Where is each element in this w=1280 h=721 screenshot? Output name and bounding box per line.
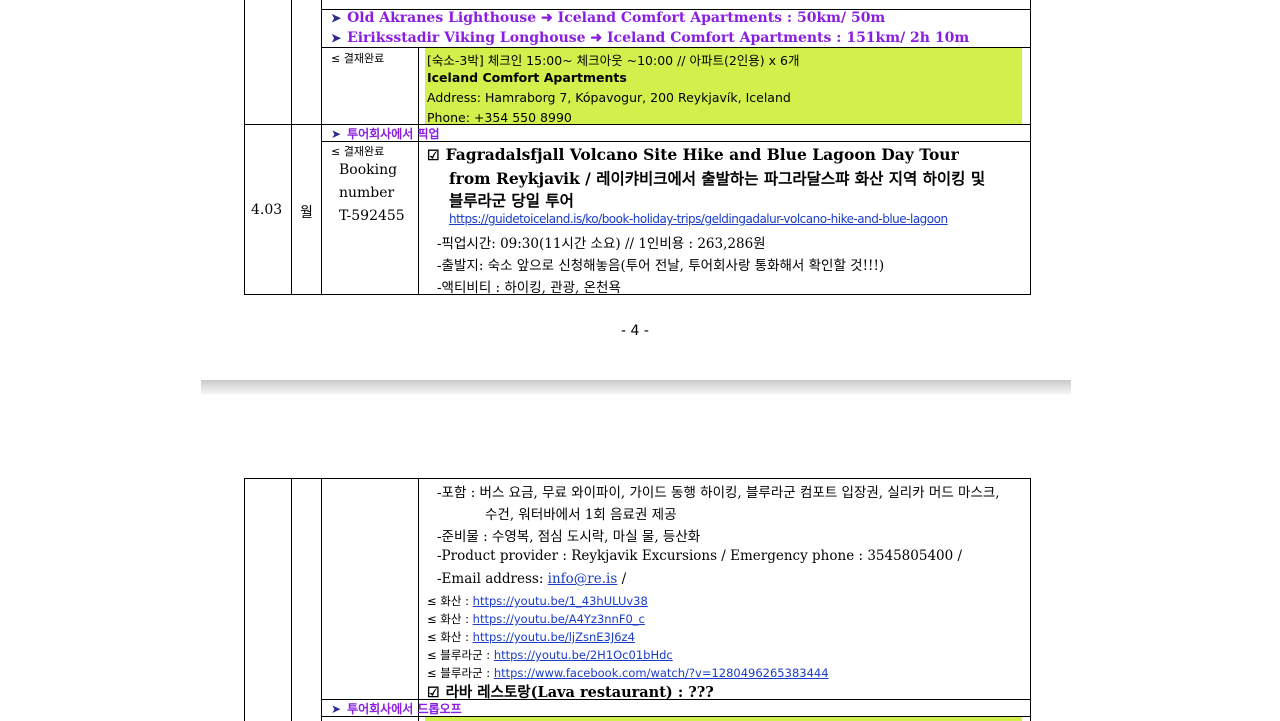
video-link-row: ≤ 블루라군 : https://www.facebook.com/watch/… bbox=[427, 666, 829, 680]
video-link[interactable]: https://youtu.be/A4Yz3nnF0_c bbox=[473, 612, 645, 626]
email-line: -Email address: info@re.is / bbox=[437, 571, 627, 587]
provider: -Product provider : Reykjavik Excursions… bbox=[437, 548, 963, 564]
route-line: ➤ Old Akranes Lighthouse ➜ Iceland Comfor… bbox=[331, 10, 886, 26]
tour-title: from Reykjavik / 레이캬비크에서 출발하는 파그라달스퍄 화산 … bbox=[449, 169, 986, 188]
payment-status: ≤ 결재완료 bbox=[331, 52, 385, 65]
arrow-icon: ➤ bbox=[331, 127, 342, 141]
video-link[interactable]: https://youtu.be/ljZsnE3J6z4 bbox=[473, 630, 635, 644]
lodging-name: Iceland Comfort Apartments bbox=[427, 70, 627, 85]
tour-link[interactable]: https://guidetoiceland.is/ko/book-holida… bbox=[449, 212, 948, 226]
itinerary-table-top: ➤ Old Akranes Lighthouse ➜ Iceland Comfor… bbox=[244, 0, 1031, 296]
checkbox-icon: ☑ bbox=[427, 685, 440, 701]
tour-title: ☑ Fagradalsfjall Volcano Site Hike and Bl… bbox=[427, 145, 959, 164]
page-divider bbox=[201, 380, 1071, 394]
video-link-row: ≤ 화산 : https://youtu.be/1_43hULUv38 bbox=[427, 594, 648, 608]
lodging-highlight bbox=[425, 717, 1022, 721]
arrow-icon: ➤ bbox=[331, 702, 342, 716]
booking-label: Booking bbox=[339, 162, 398, 178]
lodging-address: Address: Hamraborg 7, Kópavogur, 200 Rey… bbox=[427, 90, 791, 105]
video-link-row: ≤ 화산 : https://youtu.be/A4Yz3nnF0_c bbox=[427, 612, 645, 626]
booking-number: T-592455 bbox=[339, 208, 405, 224]
document-page-5: -포함 : 버스 요금, 무료 와이파이, 가이드 동행 하이킹, 블루라군 컴… bbox=[0, 394, 1280, 721]
video-link-row: ≤ 블루라군 : https://youtu.be/2H1Oc01bHdc bbox=[427, 648, 673, 662]
video-link-row: ≤ 화산 : https://youtu.be/ljZsnE3J6z4 bbox=[427, 630, 635, 644]
video-link[interactable]: https://www.facebook.com/watch/?v=128049… bbox=[494, 666, 829, 680]
note-icon: ≤ bbox=[427, 594, 441, 608]
document-page-4: ➤ Old Akranes Lighthouse ➜ Iceland Comfor… bbox=[0, 0, 1280, 380]
note-icon: ≤ bbox=[427, 666, 441, 680]
video-link[interactable]: https://youtu.be/2H1Oc01bHdc bbox=[494, 648, 673, 662]
route-line: ➤ Eiriksstadir Viking Longhouse ➜ Iceland… bbox=[331, 30, 970, 46]
note-icon: ≤ bbox=[427, 648, 441, 662]
page-number: - 4 - bbox=[621, 323, 649, 339]
lodging-phone: Phone: +354 550 8990 bbox=[427, 110, 572, 125]
dropoff-header: ➤ 투어회사에서 드롭오프 bbox=[331, 702, 462, 716]
tour-title: 블루라군 당일 투어 bbox=[449, 191, 574, 210]
note-icon: ≤ bbox=[427, 630, 441, 644]
departure: -출발지: 숙소 앞으로 신청해놓음(투어 전날, 투어회사랑 통화해서 확인할… bbox=[437, 258, 885, 274]
booking-label: number bbox=[339, 185, 395, 201]
prepare: -준비물 : 수영복, 점심 도시락, 마실 물, 등산화 bbox=[437, 529, 701, 545]
pickup-header: ➤ 투어회사에서 픽업 bbox=[331, 127, 440, 141]
date-cell: 4.03 bbox=[251, 202, 283, 218]
email-link[interactable]: info@re.is bbox=[548, 571, 618, 587]
note-icon: ≤ bbox=[427, 612, 441, 626]
lava-restaurant: ☑ 라바 레스토랑(Lava restaurant) : ??? bbox=[427, 684, 714, 701]
check-note-icon: ≤ bbox=[331, 145, 344, 158]
includes: -포함 : 버스 요금, 무료 와이파이, 가이드 동행 하이킹, 블루라군 컴… bbox=[437, 485, 1000, 501]
pickup-time: -픽업시간: 09:30(11시간 소요) // 1인비용 : 263,286원 bbox=[437, 236, 766, 252]
weekday-cell: 월 bbox=[300, 205, 313, 221]
activity: -액티비티 : 하이킹, 관광, 온천욕 bbox=[437, 280, 621, 296]
video-link[interactable]: https://youtu.be/1_43hULUv38 bbox=[473, 594, 648, 608]
arrow-icon: ➤ bbox=[331, 31, 342, 45]
check-note-icon: ≤ bbox=[331, 52, 344, 65]
lodging-line: [숙소-3박] 체크인 15:00~ 체크아웃 ~10:00 // 아파트(2인… bbox=[427, 53, 800, 68]
itinerary-table-bottom: -포함 : 버스 요금, 무료 와이파이, 가이드 동행 하이킹, 블루라군 컴… bbox=[244, 478, 1031, 721]
arrow-icon: ➤ bbox=[331, 11, 342, 25]
includes: 수건, 워터바에서 1회 음료권 제공 bbox=[485, 507, 677, 523]
payment-status: ≤ 결재완료 bbox=[331, 145, 385, 158]
checkbox-icon: ☑ bbox=[427, 148, 440, 164]
